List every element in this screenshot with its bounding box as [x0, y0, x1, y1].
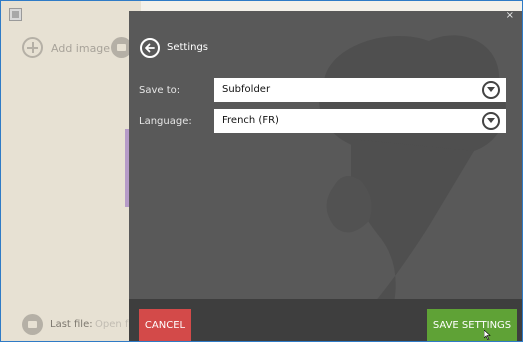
add-icon[interactable] — [22, 37, 43, 58]
folder-icon[interactable] — [22, 314, 43, 335]
language-select[interactable]: French (FR) — [214, 109, 506, 133]
mouse-cursor-icon — [484, 330, 491, 340]
save-to-label: Save to: — [139, 85, 181, 96]
language-value: French (FR) — [222, 115, 279, 126]
last-file-label: Last file: — [50, 319, 93, 330]
cancel-button[interactable]: CANCEL — [139, 309, 191, 341]
close-icon[interactable]: × — [506, 11, 514, 22]
back-arrow-icon — [145, 43, 155, 53]
ice-cream-watermark — [319, 35, 506, 303]
language-label: Language: — [139, 116, 192, 127]
app-icon — [9, 8, 22, 21]
dialog-title: Settings — [167, 42, 209, 53]
dialog-footer: CANCEL SAVE SETTINGS — [129, 299, 522, 341]
add-image-label[interactable]: Add image — [51, 42, 110, 55]
save-settings-button[interactable]: SAVE SETTINGS — [427, 309, 517, 341]
back-button[interactable] — [140, 38, 160, 58]
chevron-down-icon[interactable] — [482, 112, 500, 130]
save-to-select[interactable]: Subfolder — [214, 78, 506, 102]
background-app: Add image Last file: Open fo — [1, 1, 141, 341]
chevron-down-icon[interactable] — [482, 81, 500, 99]
settings-dialog: × Settings Save to: Subfolder Language: … — [129, 11, 522, 341]
save-to-value: Subfolder — [222, 84, 271, 95]
